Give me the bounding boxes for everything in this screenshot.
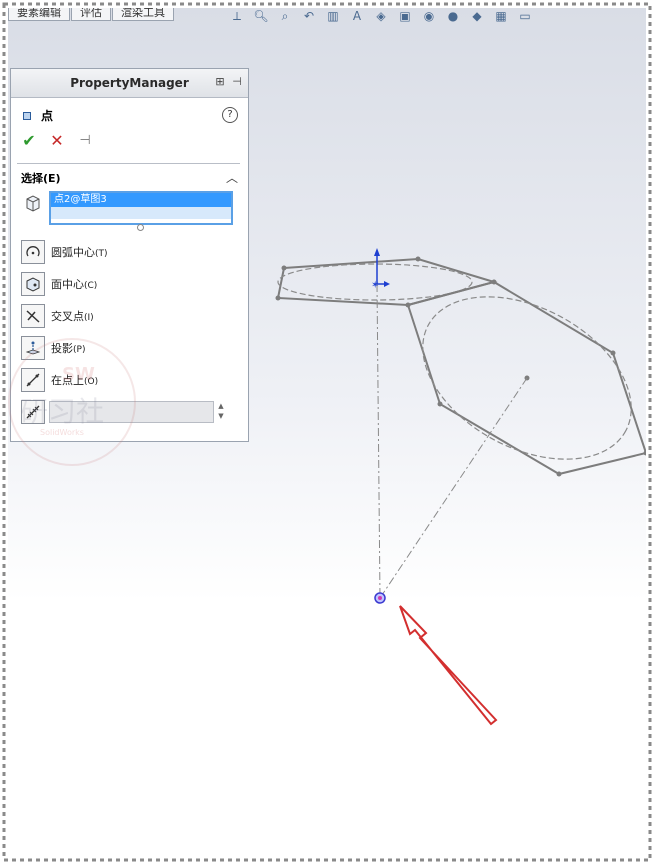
option-shortcut: (T)	[95, 249, 108, 259]
property-manager-panel: PropertyManager ⊞ ⊣ 点 ? ✔ ✕ ⊣ 选择(E) ︿ 点2	[10, 68, 249, 442]
origin-triad-icon: ✶	[371, 248, 390, 291]
face-center-icon[interactable]	[21, 272, 45, 296]
option-label: 交叉点	[51, 310, 84, 323]
annotation-arrow-icon	[399, 605, 498, 726]
property-manager-title: PropertyManager	[70, 76, 189, 90]
option-arc-center[interactable]: 圆弧中心(T)	[21, 240, 108, 264]
intersection-icon[interactable]	[21, 304, 45, 328]
option-shortcut: (I)	[84, 313, 94, 323]
point-feature-icon	[23, 111, 31, 120]
ok-button[interactable]: ✔	[21, 133, 37, 149]
option-label: 面中心	[51, 278, 84, 291]
option-label: 投影	[51, 342, 73, 355]
option-label: 圆弧中心	[51, 246, 95, 259]
section-divider	[17, 163, 240, 164]
resize-handle[interactable]	[137, 224, 144, 231]
option-label: 在点上	[51, 374, 84, 387]
feature-name: 点	[41, 109, 54, 123]
reference-entities-icon	[23, 193, 43, 213]
option-projection[interactable]: 投影(P)	[21, 336, 85, 360]
selection-list-box[interactable]: 点2@草图3	[49, 191, 233, 225]
graphics-viewport[interactable]: 要素编辑 评估 渲染工具 ⟂ 🔍︎ ⌕ ↶ ▥ A ◈ ▣ ◉ ● ◆ ▦ ▭	[8, 8, 646, 856]
feature-title-row: 点	[23, 107, 53, 124]
projection-icon[interactable]	[21, 336, 45, 360]
option-intersection[interactable]: 交叉点(I)	[21, 304, 94, 328]
sketch-vertices	[275, 256, 646, 477]
selection-list-item[interactable]: 点2@草图3	[51, 193, 231, 207]
selection-list-empty-row[interactable]	[51, 207, 231, 219]
option-on-point[interactable]: 在点上(O)	[21, 368, 98, 392]
help-icon[interactable]: ?	[222, 107, 238, 123]
svg-text:✶: ✶	[371, 280, 379, 291]
keep-visible-pin-icon[interactable]: ⊣	[77, 133, 93, 149]
on-point-icon[interactable]	[21, 368, 45, 392]
option-distribute[interactable]	[21, 400, 45, 424]
option-shortcut: (C)	[84, 281, 98, 291]
property-manager-header: PropertyManager ⊞ ⊣	[11, 69, 248, 98]
expand-collapse-icon[interactable]: ⊞	[213, 75, 227, 89]
construction-line-vertical	[376, 283, 381, 599]
spin-buttons[interactable]: ▲ ▼	[215, 401, 227, 421]
cancel-button[interactable]: ✕	[49, 133, 65, 149]
distribute-points-icon[interactable]	[21, 400, 45, 424]
chevron-up-icon[interactable]: ︿	[226, 169, 238, 186]
option-shortcut: (O)	[84, 377, 99, 387]
arc-center-icon[interactable]	[21, 240, 45, 264]
action-buttons: ✔ ✕ ⊣	[21, 133, 93, 149]
selected-point-marker[interactable]	[374, 592, 386, 604]
selection-group-title: 选择(E)	[21, 172, 61, 185]
pin-panel-icon[interactable]: ⊣	[230, 75, 244, 89]
option-shortcut: (P)	[73, 345, 86, 355]
distribution-count-input[interactable]	[49, 401, 214, 423]
option-face-center[interactable]: 面中心(C)	[21, 272, 97, 296]
